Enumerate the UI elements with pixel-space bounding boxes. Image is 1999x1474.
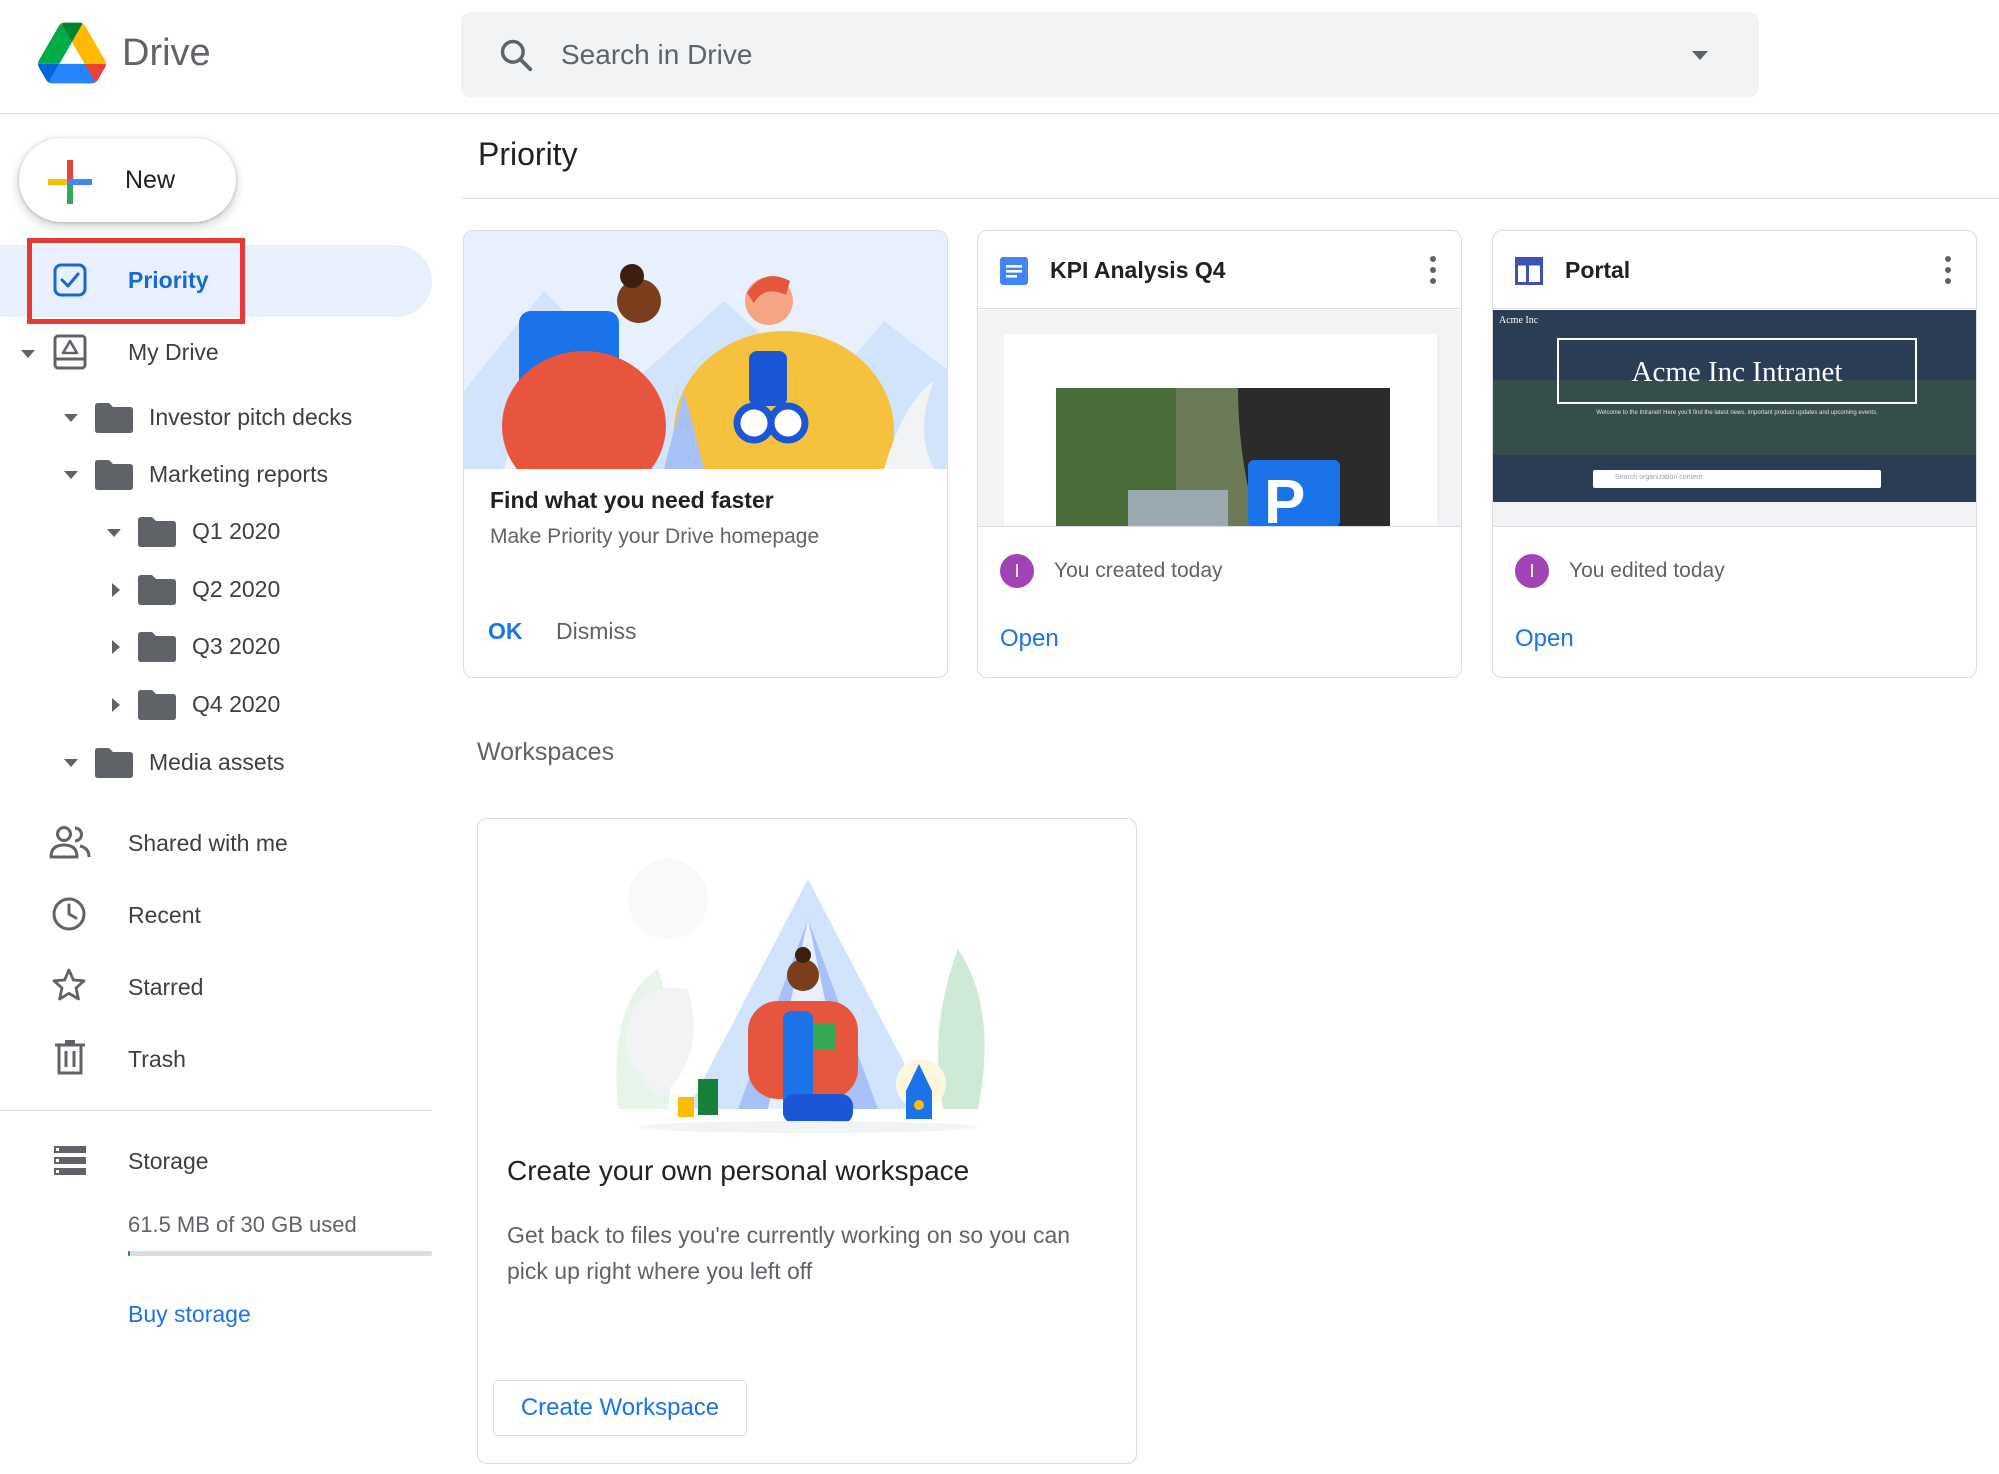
folder-icon (138, 575, 176, 605)
site-preview-thumbnail[interactable]: Acme Inc Acme Inc Intranet Welcome to th… (1493, 310, 1976, 527)
intro-card-title: Find what you need faster (490, 487, 774, 513)
top-bar: Drive (0, 0, 1999, 114)
main-divider (461, 198, 1999, 199)
sidebar-item-storage[interactable]: Storage (128, 1148, 209, 1175)
open-file-link[interactable]: Open (1000, 625, 1059, 653)
tree-item-q3-2020[interactable]: Q3 2020 (192, 633, 280, 660)
file-activity-text: You edited today (1569, 559, 1725, 582)
search-icon[interactable] (497, 36, 535, 74)
search-bar[interactable] (461, 12, 1759, 97)
tree-item-q2-2020[interactable]: Q2 2020 (192, 576, 280, 603)
page-title: Priority (478, 136, 578, 172)
avatar: I (1000, 554, 1034, 588)
tree-item-q1-2020[interactable]: Q1 2020 (192, 518, 280, 545)
intro-card-subtitle: Make Priority your Drive homepage (490, 525, 820, 548)
storage-usage-fill (128, 1251, 130, 1256)
my-drive-collapse-arrow-icon[interactable] (20, 346, 36, 362)
star-icon (52, 968, 86, 1001)
file-card-portal[interactable]: Portal Acme Inc Acme Inc Intranet Welcom… (1492, 230, 1977, 678)
file-card-header: Portal (1493, 231, 1976, 309)
priority-check-icon (53, 263, 87, 297)
new-button-label: New (125, 166, 176, 194)
new-button[interactable]: New (19, 138, 236, 222)
sidebar-item-starred[interactable]: Starred (128, 974, 203, 1001)
tree-arrow-down-icon[interactable] (63, 410, 79, 426)
tree-item-marketing-reports[interactable]: Marketing reports (149, 461, 328, 488)
priority-intro-card: Find what you need faster Make Priority … (463, 230, 948, 678)
more-options-icon[interactable] (1429, 255, 1437, 285)
file-title[interactable]: KPI Analysis Q4 (1050, 257, 1226, 284)
clock-icon (52, 897, 86, 931)
plus-icon (48, 160, 92, 204)
drive-logo-icon[interactable] (38, 22, 106, 84)
avatar: I (1515, 554, 1549, 588)
folder-icon (138, 690, 176, 720)
site-preview-banner: Acme Inc Acme Inc Intranet Welcome to th… (1493, 310, 1976, 502)
file-preview-thumbnail[interactable]: P (978, 310, 1461, 527)
more-options-icon[interactable] (1944, 255, 1952, 285)
file-card-header: KPI Analysis Q4 (978, 231, 1461, 309)
site-preview-search: Search organization content (1593, 470, 1881, 488)
search-options-dropdown-icon[interactable] (1689, 44, 1711, 66)
app-title: Drive (122, 32, 211, 74)
create-workspace-button[interactable]: Create Workspace (493, 1380, 747, 1436)
file-activity-text: You created today (1054, 559, 1223, 582)
trash-icon (55, 1040, 85, 1075)
storage-usage-text: 61.5 MB of 30 GB used (128, 1212, 357, 1237)
tree-arrow-right-icon[interactable] (108, 639, 124, 655)
sidebar-item-my-drive[interactable]: My Drive (128, 339, 219, 366)
dismiss-button[interactable]: Dismiss (556, 618, 637, 645)
folder-icon (138, 632, 176, 662)
open-file-link[interactable]: Open (1515, 625, 1574, 653)
tree-arrow-down-icon[interactable] (63, 467, 79, 483)
folder-icon (95, 403, 133, 433)
file-title[interactable]: Portal (1565, 257, 1630, 284)
tree-arrow-right-icon[interactable] (108, 697, 124, 713)
buy-storage-link[interactable]: Buy storage (128, 1301, 251, 1328)
tree-arrow-right-icon[interactable] (108, 582, 124, 598)
tree-item-q4-2020[interactable]: Q4 2020 (192, 691, 280, 718)
tree-item-media-assets[interactable]: Media assets (149, 749, 285, 776)
document-preview-image: P (978, 310, 1461, 527)
search-input[interactable] (561, 12, 1561, 97)
storage-icon (54, 1146, 86, 1175)
site-preview-title-box: Acme Inc Intranet (1557, 338, 1917, 404)
shared-with-me-icon (49, 826, 91, 859)
workspaces-section-title: Workspaces (477, 738, 615, 766)
my-drive-icon (53, 334, 87, 370)
docs-icon (1000, 257, 1028, 285)
ok-button[interactable]: OK (488, 618, 523, 645)
tree-arrow-down-icon[interactable] (63, 755, 79, 771)
site-preview-brand: Acme Inc (1499, 315, 1539, 326)
folder-icon (138, 517, 176, 547)
sidebar-item-priority-label[interactable]: Priority (128, 267, 209, 294)
sidebar-divider (0, 1110, 432, 1111)
tree-item-investor-pitch-decks[interactable]: Investor pitch decks (149, 404, 352, 431)
folder-icon (95, 460, 133, 490)
storage-usage-bar (128, 1251, 432, 1256)
file-card-kpi-analysis[interactable]: KPI Analysis Q4 P I You created today Op… (977, 230, 1462, 678)
site-preview-subtitle: Welcome to the Intranet! Here you'll fin… (1596, 410, 1878, 416)
sidebar-item-recent[interactable]: Recent (128, 902, 201, 929)
site-preview-title: Acme Inc Intranet (1631, 356, 1843, 388)
sidebar-item-trash[interactable]: Trash (128, 1046, 186, 1073)
priority-illustration (464, 231, 947, 469)
sites-icon (1515, 257, 1543, 285)
workspace-card-title: Create your own personal workspace (507, 1155, 970, 1186)
tree-arrow-down-icon[interactable] (106, 525, 122, 541)
workspace-card-description: Get back to files you're currently worki… (507, 1222, 1071, 1284)
site-preview-search-text: Search organization content (1615, 474, 1703, 481)
folder-icon (95, 748, 133, 778)
workspace-promo-card: Create your own personal workspace Get b… (477, 818, 1137, 1464)
svg-text:P: P (1264, 468, 1305, 527)
workspace-illustration (616, 859, 985, 1133)
sidebar-item-shared-with-me[interactable]: Shared with me (128, 830, 288, 857)
